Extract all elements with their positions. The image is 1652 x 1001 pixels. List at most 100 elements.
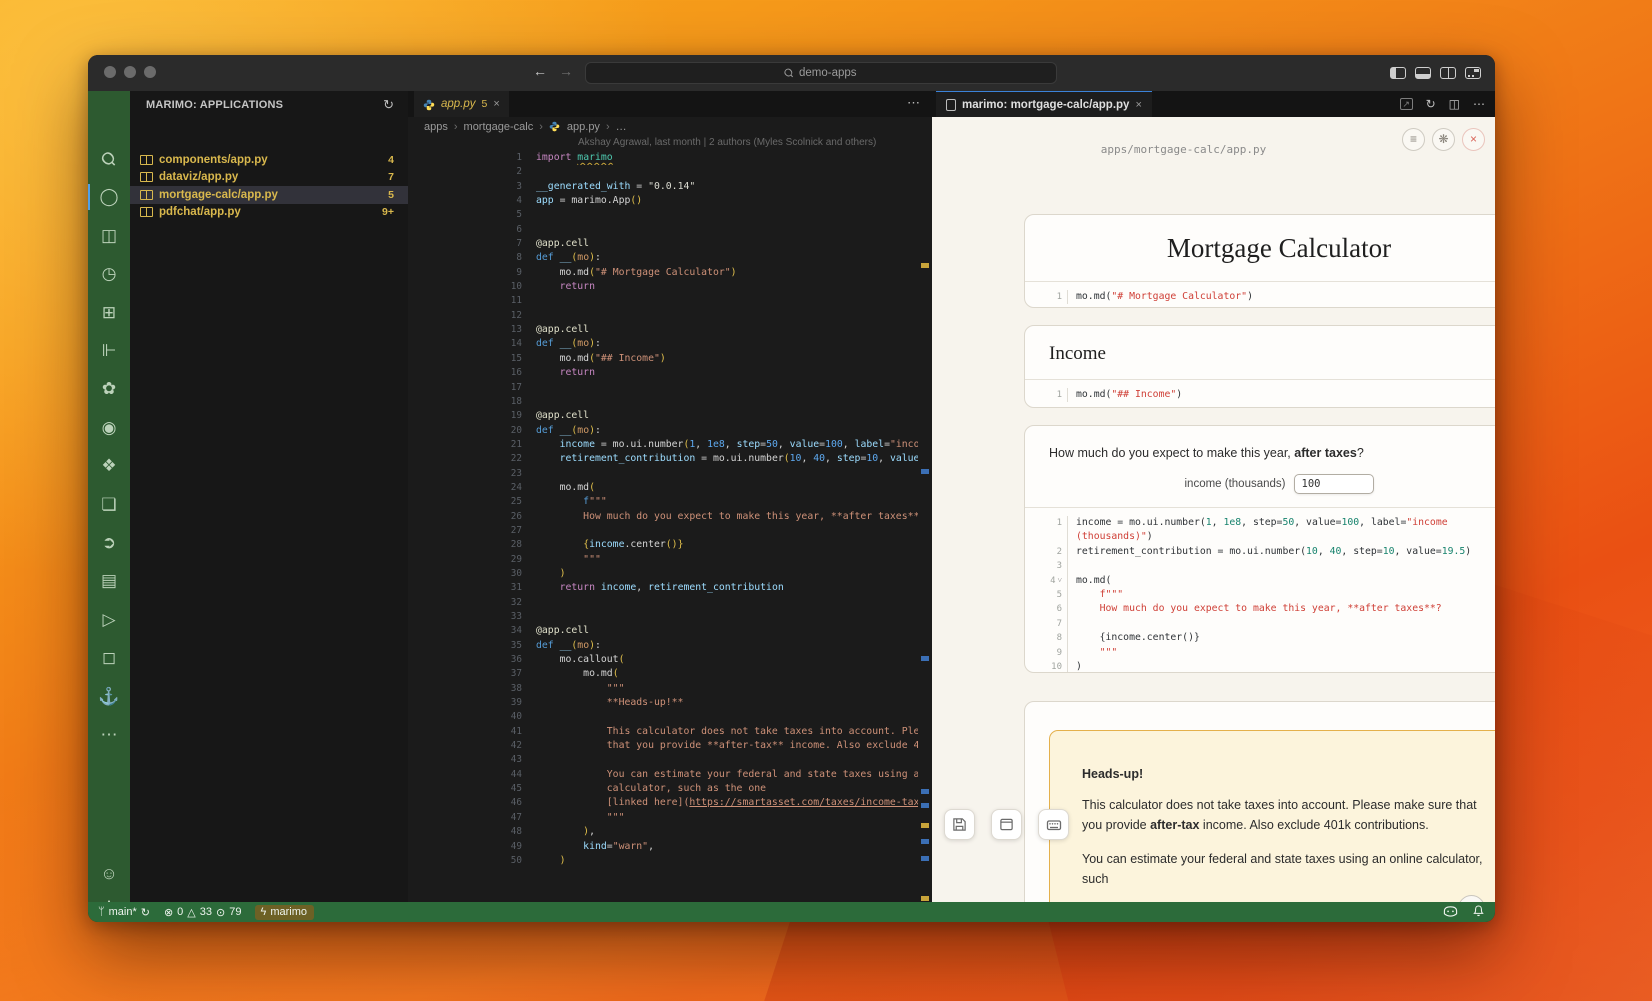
- toggle-panel-icon[interactable]: [1415, 67, 1431, 79]
- github-icon[interactable]: ◉: [88, 413, 130, 443]
- marimo-icon[interactable]: ◯: [88, 182, 130, 212]
- code-line[interactable]: 43: [408, 753, 918, 767]
- code-line[interactable]: 48 ),: [408, 825, 918, 839]
- code-line[interactable]: 37 mo.md(: [408, 667, 918, 681]
- code-line[interactable]: 45 calculator, such as the one: [408, 782, 918, 796]
- code-line[interactable]: 32: [408, 596, 918, 610]
- code-line[interactable]: 11: [408, 294, 918, 308]
- code-line[interactable]: 12: [408, 309, 918, 323]
- breadcrumb-apps[interactable]: apps: [424, 121, 448, 133]
- code-line[interactable]: 47 """: [408, 811, 918, 825]
- comments-icon[interactable]: ❏: [88, 490, 130, 520]
- code-line[interactable]: 2: [408, 165, 918, 179]
- code-line[interactable]: 20def __(mo):: [408, 424, 918, 438]
- run-circle-icon[interactable]: ➲: [88, 528, 130, 558]
- copilot-icon[interactable]: [1443, 905, 1458, 920]
- account-icon[interactable]: ☺: [88, 859, 130, 889]
- problems-item[interactable]: ⊗ 0 △ 33 ⊙ 79: [164, 906, 242, 919]
- code-line[interactable]: 34@app.cell: [408, 624, 918, 638]
- tab-marimo-webview[interactable]: marimo: mortgage-calc/app.py ×: [936, 91, 1152, 117]
- cell-code[interactable]: 1income = mo.ui.number(1, 1e8, step=50, …: [1025, 508, 1495, 673]
- code-line[interactable]: 41 This calculator does not take taxes i…: [408, 725, 918, 739]
- remote-explorer-icon[interactable]: ◻: [88, 643, 130, 673]
- open-external-icon[interactable]: ↗: [1400, 98, 1413, 110]
- code-line[interactable]: 18: [408, 395, 918, 409]
- code-line[interactable]: 23: [408, 467, 918, 481]
- search-icon[interactable]: Ϙ: [88, 144, 130, 174]
- code-line[interactable]: 16 return: [408, 366, 918, 380]
- code-line[interactable]: 6: [408, 223, 918, 237]
- more-icon[interactable]: ⋯: [88, 720, 130, 750]
- code-line[interactable]: 33: [408, 610, 918, 624]
- code-line[interactable]: 35def __(mo):: [408, 639, 918, 653]
- code-line[interactable]: 50 ): [408, 854, 918, 868]
- code-line[interactable]: 44 You can estimate your federal and sta…: [408, 768, 918, 782]
- zoom-window-button[interactable]: [144, 66, 156, 78]
- editor-actions-more-icon[interactable]: ⋯: [907, 95, 920, 111]
- code-line[interactable]: 8def __(mo):: [408, 251, 918, 265]
- refresh-icon[interactable]: ↻: [1426, 97, 1436, 111]
- code-line[interactable]: 31 return income, retirement_contributio…: [408, 581, 918, 595]
- docker-icon[interactable]: ⚓: [88, 682, 130, 712]
- code-line[interactable]: 25 f""": [408, 495, 918, 509]
- code-line[interactable]: 9 mo.md("# Mortgage Calculator"): [408, 266, 918, 280]
- code-line[interactable]: 14def __(mo):: [408, 337, 918, 351]
- code-line[interactable]: 46 [linked here](https://smartasset.com/…: [408, 796, 918, 810]
- code-line[interactable]: 13@app.cell: [408, 323, 918, 337]
- code-line[interactable]: 26 How much do you expect to make this y…: [408, 510, 918, 524]
- marimo-status-item[interactable]: ϟ marimo: [255, 905, 314, 920]
- fold-icon[interactable]: ˅: [1057, 576, 1062, 585]
- close-window-button[interactable]: [104, 66, 116, 78]
- toggle-sidebar-icon[interactable]: [1390, 67, 1406, 79]
- code-line[interactable]: 24 mo.md(: [408, 481, 918, 495]
- extensions-icon[interactable]: ❖: [88, 451, 130, 481]
- code-line[interactable]: 10 return: [408, 280, 918, 294]
- notebook-icon[interactable]: ▤: [88, 566, 130, 596]
- copy-files-icon[interactable]: ◫: [88, 221, 130, 251]
- close-icon[interactable]: ×: [1462, 128, 1485, 151]
- code-line[interactable]: 28 {income.center()}: [408, 538, 918, 552]
- refresh-icon[interactable]: ↻: [383, 97, 394, 113]
- command-center-search[interactable]: Ϙ demo-apps: [585, 62, 1057, 84]
- code-line[interactable]: 17: [408, 381, 918, 395]
- settings-gear-icon[interactable]: ❋: [1432, 128, 1455, 151]
- tab-close-icon[interactable]: ×: [493, 98, 499, 110]
- code-line[interactable]: 42 that you provide **after-tax** income…: [408, 739, 918, 753]
- breadcrumb-file[interactable]: app.py: [567, 121, 600, 133]
- symbols-icon[interactable]: ⊞: [88, 298, 130, 328]
- breadcrumb-symbol[interactable]: …: [616, 121, 627, 133]
- sidebar-item-dataviz-app-py[interactable]: dataviz/app.py7: [130, 169, 408, 187]
- code-line[interactable]: 3__generated_with = "0.0.14": [408, 180, 918, 194]
- cell-code[interactable]: 1mo.md("# Mortgage Calculator"): [1025, 282, 1495, 308]
- debug-icon[interactable]: ▷: [88, 605, 130, 635]
- code-line[interactable]: 38 """: [408, 682, 918, 696]
- git-branch-item[interactable]: ᛘ main* ↻: [98, 906, 150, 919]
- code-line[interactable]: 30 ): [408, 567, 918, 581]
- more-actions-icon[interactable]: ⋯: [1473, 97, 1485, 111]
- code-line[interactable]: 15 mo.md("## Income"): [408, 352, 918, 366]
- sidebar-item-components-app-py[interactable]: components/app.py4: [130, 151, 408, 169]
- code-line[interactable]: 4app = marimo.App(): [408, 194, 918, 208]
- code-line[interactable]: 49 kind="warn",: [408, 840, 918, 854]
- code-line[interactable]: 21 income = mo.ui.number(1, 1e8, step=50…: [408, 438, 918, 452]
- sidebar-item-pdfchat-app-py[interactable]: pdfchat/app.py9+: [130, 204, 408, 222]
- notifications-bell-icon[interactable]: [1472, 904, 1485, 920]
- code-line[interactable]: 36 mo.callout(: [408, 653, 918, 667]
- code-line[interactable]: 22 retirement_contribution = mo.ui.numbe…: [408, 452, 918, 466]
- split-editor-icon[interactable]: ◫: [1449, 97, 1460, 111]
- keyboard-shortcuts-button[interactable]: [1038, 809, 1069, 840]
- income-input[interactable]: [1294, 474, 1374, 494]
- cell-code[interactable]: 1mo.md("## Income"): [1025, 380, 1495, 408]
- code-line[interactable]: 7@app.cell: [408, 237, 918, 251]
- overview-ruler[interactable]: [918, 151, 932, 902]
- breadcrumb-folder[interactable]: mortgage-calc: [464, 121, 534, 133]
- code-line[interactable]: 1import marimo: [408, 151, 918, 165]
- customize-layout-icon[interactable]: [1465, 67, 1481, 79]
- tab-app-py[interactable]: app.py 5 ×: [414, 91, 509, 117]
- back-icon[interactable]: ←: [530, 63, 550, 79]
- code-line[interactable]: 29 """: [408, 553, 918, 567]
- peacock-icon[interactable]: ✿: [88, 374, 130, 404]
- open-app-window-button[interactable]: [991, 809, 1022, 840]
- forward-icon[interactable]: →: [556, 63, 576, 79]
- minimize-window-button[interactable]: [124, 66, 136, 78]
